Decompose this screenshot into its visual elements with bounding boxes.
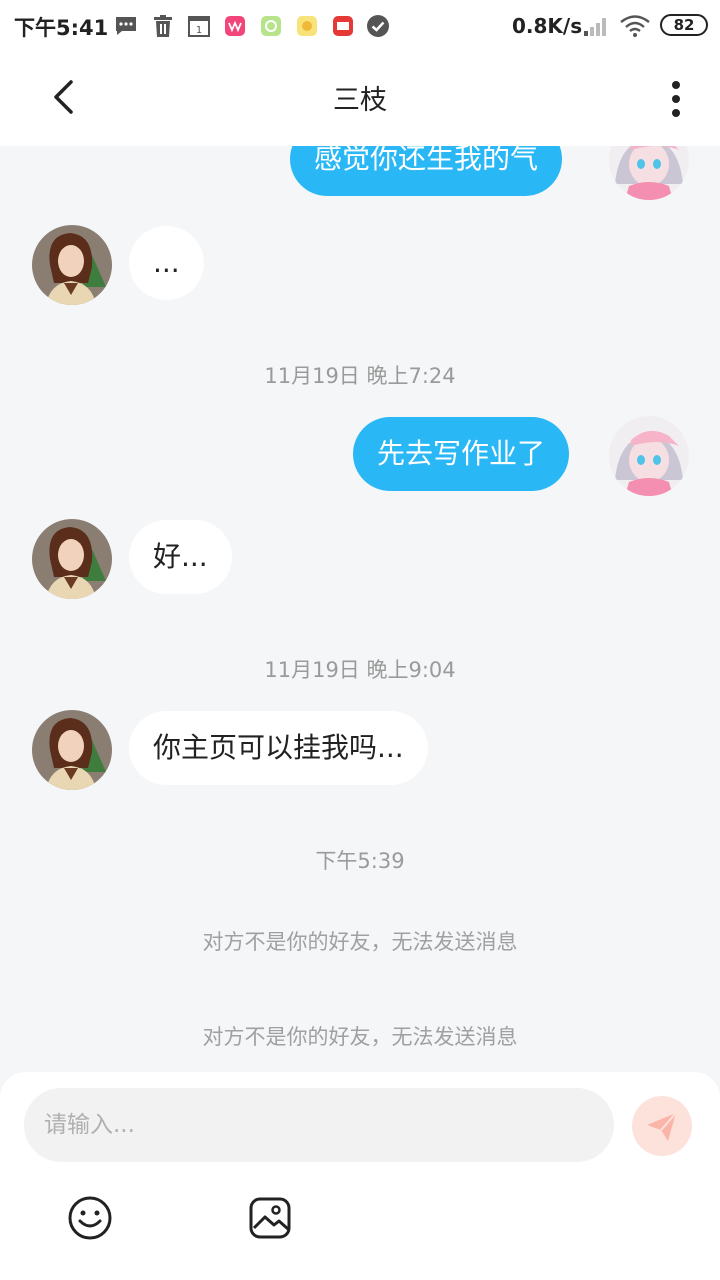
- emoji-button[interactable]: [66, 1194, 114, 1242]
- friend-avatar[interactable]: [32, 225, 112, 305]
- network-speed: 0.8K/s: [512, 14, 583, 38]
- message-timestamp: 11月19日 晚上9:04: [264, 658, 456, 682]
- message-timestamp: 11月19日 晚上7:24: [264, 364, 456, 388]
- svg-text:1: 1: [196, 25, 202, 36]
- calendar-icon: 1: [188, 16, 210, 37]
- incoming-message-bubble[interactable]: ...: [129, 226, 204, 300]
- system-notice: 对方不是你的好友，无法发送消息: [202, 930, 518, 954]
- yellow-app-icon: [297, 16, 317, 36]
- trash-icon: [154, 15, 172, 37]
- battery-indicator: 82: [660, 14, 708, 36]
- chat-history[interactable]: 感觉你还生我的气 ... 11月19日 晚上7:24 先去写作业了 好... 1…: [0, 146, 720, 1072]
- input-panel: [0, 1072, 720, 1280]
- outgoing-message-bubble[interactable]: 先去写作业了: [353, 417, 570, 491]
- message-input[interactable]: [24, 1088, 614, 1162]
- check-badge-icon: [367, 15, 389, 37]
- message-timestamp: 下午5:39: [315, 849, 405, 873]
- system-notice: 对方不是你的好友，无法发送消息: [202, 1025, 518, 1049]
- send-button[interactable]: [632, 1096, 692, 1156]
- message-icon: [116, 17, 136, 35]
- nav-bar: 三枝: [0, 52, 720, 146]
- my-avatar[interactable]: [609, 416, 689, 496]
- red-app-icon: [333, 16, 353, 36]
- status-time: 下午5:41: [14, 16, 109, 40]
- friend-avatar[interactable]: [32, 519, 112, 599]
- outgoing-message-bubble[interactable]: 感觉你还生我的气: [290, 146, 563, 196]
- friend-avatar[interactable]: [32, 710, 112, 790]
- green-app-icon: [261, 16, 281, 36]
- more-options-button[interactable]: [654, 74, 698, 124]
- signal-icon: [584, 18, 606, 36]
- wifi-icon: [620, 15, 650, 37]
- image-button[interactable]: [246, 1194, 294, 1242]
- status-bar: 下午5:41 1 0.8K/s 82: [0, 0, 720, 52]
- incoming-message-bubble[interactable]: 你主页可以挂我吗...: [129, 711, 428, 785]
- pink-app-icon: [225, 16, 245, 36]
- send-icon: [647, 1112, 677, 1141]
- chat-title: 三枝: [333, 85, 387, 116]
- my-avatar[interactable]: [609, 146, 689, 200]
- incoming-message-bubble[interactable]: 好...: [129, 520, 232, 594]
